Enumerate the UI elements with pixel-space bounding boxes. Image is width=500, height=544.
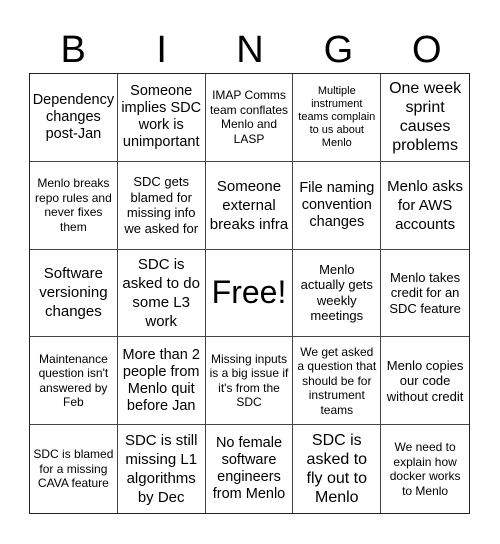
free-space-text: Free!	[211, 274, 287, 311]
cell-text: SDC gets blamed for missing info we aske…	[124, 174, 199, 236]
cell-text: Menlo takes credit for an SDC feature	[389, 269, 461, 316]
bingo-cell[interactable]: SDC is blamed for a missing CAVA feature	[30, 425, 118, 513]
bingo-cell[interactable]: Menlo copies our code without credit	[381, 337, 469, 426]
cell-text: Dependency changes post-Jan	[32, 91, 115, 142]
bingo-cell[interactable]: Maintenance question isn't answered by F…	[30, 337, 118, 426]
cell-text: Multiple instrument teams complain to us…	[298, 84, 376, 149]
cell-text: IMAP Comms team conflates Menlo and LASP	[209, 88, 289, 146]
cell-text: SDC is blamed for a missing CAVA feature	[33, 447, 114, 491]
cell-text: Someone external breaks infra	[209, 177, 289, 233]
cell-text: SDC is asked to do some L3 work	[122, 255, 200, 330]
bingo-cell[interactable]: Multiple instrument teams complain to us…	[293, 74, 382, 162]
header-letter-n: N	[236, 29, 264, 71]
bingo-cell[interactable]: One week sprint causes problems	[381, 74, 469, 162]
bingo-cell[interactable]: Someone implies SDC work is unimportant	[117, 74, 206, 162]
bingo-cell[interactable]: SDC is still missing L1 algorithms by De…	[118, 425, 206, 513]
bingo-cell[interactable]: Someone external breaks infra	[205, 161, 294, 250]
cell-text: More than 2 people from Menlo quit befor…	[122, 346, 200, 414]
bingo-cell[interactable]: SDC is asked to fly out to Menlo	[293, 425, 382, 513]
bingo-grid: Dependency changes post-Jan Someone impl…	[29, 73, 470, 514]
cell-text: We get asked a question that should be f…	[297, 344, 377, 417]
cell-text: We need to explain how docker works to M…	[389, 440, 461, 498]
bingo-cell[interactable]: Menlo actually gets weekly meetings	[293, 249, 382, 338]
bingo-cell[interactable]: Menlo takes credit for an SDC feature	[381, 250, 469, 338]
bingo-cell[interactable]: Dependency changes post-Jan	[30, 74, 118, 162]
header-letter-g: G	[323, 29, 354, 71]
bingo-cell[interactable]: No female software engineers from Menlo	[206, 425, 294, 513]
bingo-cell[interactable]: Missing inputs is a big issue if it's fr…	[205, 337, 294, 426]
bingo-cell[interactable]: SDC gets blamed for missing info we aske…	[117, 161, 206, 250]
free-space-cell[interactable]: Free!	[205, 249, 294, 338]
bingo-header: B I N G O	[29, 28, 471, 72]
cell-text: File naming convention changes	[299, 179, 375, 230]
bingo-cell[interactable]: File naming convention changes	[293, 161, 382, 250]
cell-text: Software versioning changes	[39, 265, 108, 321]
cell-text: Someone implies SDC work is unimportant	[121, 83, 202, 151]
cell-text: Menlo asks for AWS accounts	[387, 177, 464, 233]
bingo-cell[interactable]: Software versioning changes	[30, 249, 118, 338]
cell-text: SDC is asked to fly out to Menlo	[306, 432, 368, 507]
cell-text: One week sprint causes problems	[389, 80, 462, 155]
bingo-cell[interactable]: Menlo asks for AWS accounts	[381, 162, 469, 250]
cell-text: Menlo actually gets weekly meetings	[300, 261, 373, 324]
header-letter-o: O	[412, 29, 442, 71]
header-letter-b: B	[60, 29, 86, 71]
cell-text: Missing inputs is a big issue if it's fr…	[209, 351, 289, 410]
header-letter-i: I	[156, 29, 167, 71]
cell-text: Menlo copies our code without credit	[386, 357, 464, 404]
cell-text: SDC is still missing L1 algorithms by De…	[124, 432, 198, 507]
cell-text: No female software engineers from Menlo	[212, 435, 286, 503]
bingo-cell[interactable]: Menlo breaks repo rules and never fixes …	[30, 161, 118, 250]
bingo-cell[interactable]: We get asked a question that should be f…	[293, 337, 382, 426]
bingo-cell[interactable]: More than 2 people from Menlo quit befor…	[117, 337, 206, 426]
bingo-cell[interactable]: We need to explain how docker works to M…	[381, 425, 469, 513]
bingo-cell[interactable]: SDC is asked to do some L3 work	[117, 249, 206, 338]
cell-text: Maintenance question isn't answered by F…	[38, 351, 109, 410]
cell-text: Menlo breaks repo rules and never fixes …	[35, 176, 112, 234]
bingo-cell[interactable]: IMAP Comms team conflates Menlo and LASP	[205, 74, 294, 162]
